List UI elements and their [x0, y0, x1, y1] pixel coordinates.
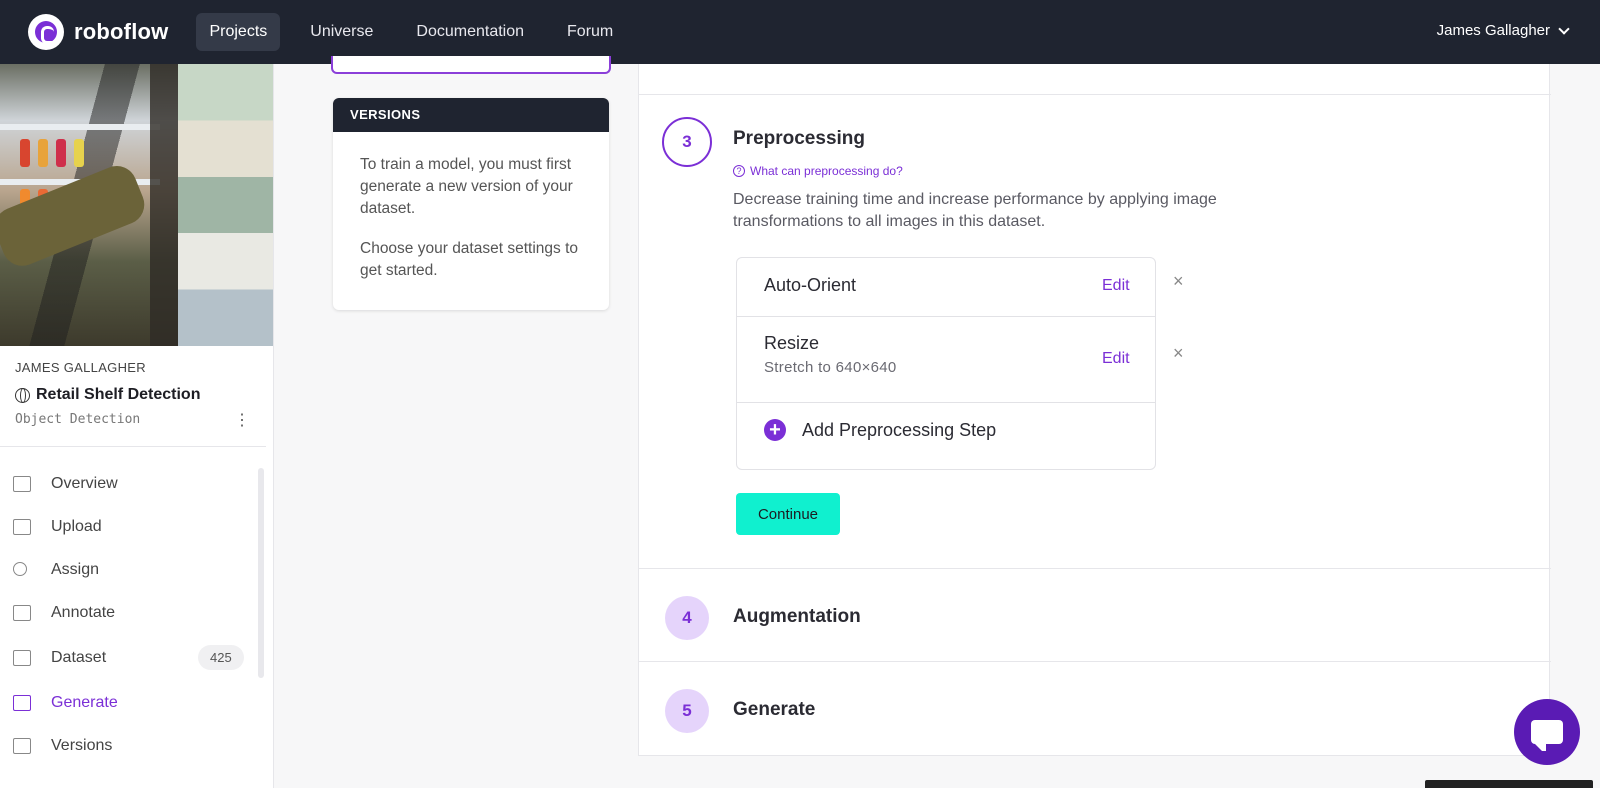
list-item: Resize Stretch to 640×640 Edit — [737, 317, 1155, 403]
edit-auto-orient-button[interactable]: Edit — [1102, 277, 1130, 295]
preprocessing-description: Decrease training time and increase perf… — [733, 191, 1217, 230]
previous-card-edge — [331, 56, 611, 74]
step-number-generate: 5 — [665, 689, 709, 733]
sidebar-item-overview[interactable]: Overview — [0, 464, 258, 504]
preprocessing-step-name: Resize — [764, 333, 820, 353]
more-options-icon[interactable]: ⋮ — [232, 410, 252, 430]
sidebar-item-label: Generate — [51, 694, 118, 711]
step-divider — [639, 661, 1551, 662]
bottom-edge-bar — [1425, 780, 1593, 788]
project-thumbnail — [0, 64, 273, 346]
sidebar-item-label: Upload — [51, 518, 102, 535]
step-title-preprocessing: Preprocessing — [733, 128, 865, 149]
project-sidebar: JAMES GALLAGHER Retail Shelf Detection O… — [0, 64, 274, 788]
main-nav: Projects Universe Documentation Forum — [196, 0, 643, 64]
sidebar-item-generate[interactable]: Generate — [0, 683, 258, 723]
remove-resize-icon[interactable]: × — [1173, 343, 1184, 364]
list-item: Auto-Orient Edit — [737, 258, 1155, 317]
sidebar-item-upload[interactable]: Upload — [0, 507, 258, 547]
step-title-generate[interactable]: Generate — [733, 699, 815, 721]
step-number-augmentation: 4 — [665, 596, 709, 640]
annotate-icon — [13, 605, 31, 621]
project-owner: JAMES GALLAGHER — [15, 360, 146, 375]
sidebar-item-label: Overview — [51, 475, 118, 492]
versions-panel-title: VERSIONS — [333, 98, 609, 132]
generate-steps-panel: 3 Preprocessing ? What can preprocessing… — [638, 64, 1551, 756]
versions-hint-text: Choose your dataset settings to get star… — [360, 240, 578, 279]
top-navbar: roboflow Projects Universe Documentation… — [0, 0, 1600, 64]
nav-projects[interactable]: Projects — [196, 13, 281, 51]
nav-documentation[interactable]: Documentation — [403, 13, 537, 51]
step-title-augmentation[interactable]: Augmentation — [733, 606, 861, 628]
user-name: James Gallagher — [1436, 22, 1550, 39]
user-menu[interactable]: James Gallagher — [1436, 22, 1570, 39]
edit-resize-button[interactable]: Edit — [1102, 350, 1130, 368]
chat-support-button[interactable] — [1514, 699, 1580, 765]
chat-icon — [1531, 720, 1563, 751]
preprocessing-help-link[interactable]: ? What can preprocessing do? — [733, 164, 903, 178]
sidebar-item-dataset[interactable]: Dataset 425 — [0, 638, 258, 678]
step-divider — [639, 94, 1551, 95]
brand-logo[interactable]: roboflow — [28, 14, 168, 50]
add-preprocessing-step-button[interactable]: + Add Preprocessing Step — [764, 419, 996, 441]
dataset-count-badge: 425 — [198, 645, 244, 670]
book-icon — [13, 476, 31, 492]
search-icon — [13, 562, 27, 576]
brand-name: roboflow — [74, 19, 169, 44]
sidebar-item-label: Assign — [51, 561, 100, 578]
versions-info-text: To train a model, you must first generat… — [360, 156, 573, 217]
upload-icon — [13, 519, 31, 535]
sidebar-divider — [0, 446, 266, 447]
plus-circle-icon: + — [764, 419, 786, 441]
chevron-down-icon — [1558, 22, 1570, 35]
versions-panel: VERSIONS To train a model, you must firs… — [333, 98, 609, 310]
sidebar-item-label: Versions — [51, 737, 113, 754]
help-link-label: What can preprocessing do? — [750, 164, 903, 178]
preprocessing-steps-list: Auto-Orient Edit Resize Stretch to 640×6… — [736, 257, 1156, 470]
generate-icon — [13, 695, 31, 711]
preprocessing-step-detail: Stretch to 640×640 — [764, 359, 897, 376]
preprocessing-step-name: Auto-Orient — [764, 275, 857, 295]
sidebar-item-assign[interactable]: Assign — [0, 550, 258, 590]
roboflow-logo-icon — [28, 14, 64, 50]
images-icon — [13, 650, 31, 666]
sidebar-scrollbar[interactable] — [258, 468, 264, 678]
versions-panel-body: To train a model, you must first generat… — [333, 132, 609, 304]
question-icon: ? — [733, 165, 745, 177]
sidebar-item-annotate[interactable]: Annotate — [0, 593, 258, 633]
nav-forum[interactable]: Forum — [554, 13, 626, 51]
project-type: Object Detection — [15, 412, 141, 427]
sidebar-item-versions[interactable]: Versions — [0, 726, 258, 766]
add-step-label: Add Preprocessing Step — [802, 419, 997, 440]
sidebar-item-label: Dataset — [51, 649, 107, 666]
project-title: Retail Shelf Detection — [15, 386, 200, 404]
remove-auto-orient-icon[interactable]: × — [1173, 271, 1184, 292]
nav-universe[interactable]: Universe — [297, 13, 386, 51]
project-name: Retail Shelf Detection — [36, 386, 201, 403]
step-number-preprocessing: 3 — [662, 117, 712, 167]
globe-icon — [15, 387, 30, 403]
folder-icon — [13, 738, 31, 754]
continue-button[interactable]: Continue — [736, 493, 840, 535]
step-divider — [639, 568, 1551, 569]
sidebar-item-label: Annotate — [51, 604, 116, 621]
